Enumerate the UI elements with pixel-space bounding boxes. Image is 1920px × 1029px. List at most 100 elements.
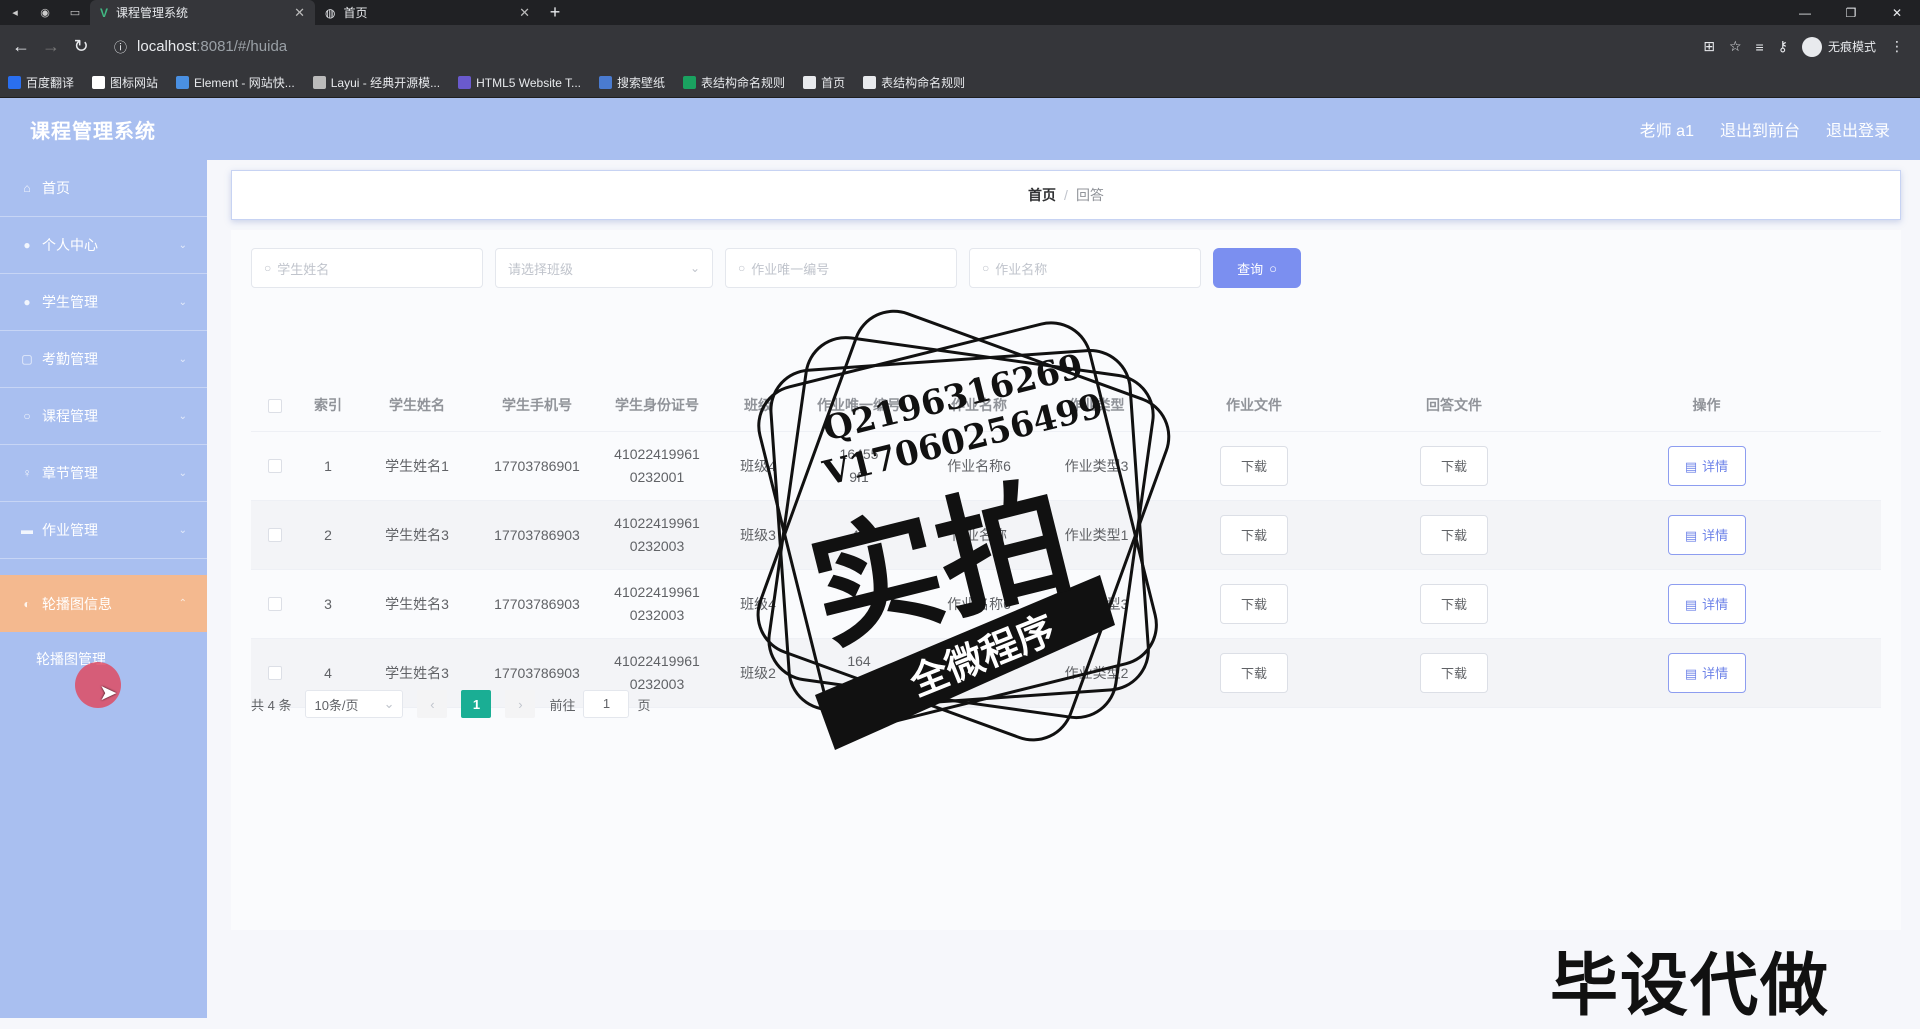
download-homework-button[interactable]: 下载 (1220, 446, 1288, 486)
search-icon: ○ (1269, 260, 1277, 276)
sidebar-item-carousel-info[interactable]: ◐ 轮播图信息 ⌃ (0, 575, 207, 632)
image-icon: ◐ (23, 596, 31, 611)
cell-actions: ▤ 详情 (1554, 584, 1859, 624)
download-homework-button[interactable]: 下载 (1220, 515, 1288, 555)
window-icon[interactable]: ▭ (60, 0, 90, 25)
detail-button[interactable]: ▤ 详情 (1667, 515, 1746, 555)
bookmark-item[interactable]: Layui - 经典开源模... (312, 74, 440, 91)
info-icon[interactable]: ⓘ (114, 37, 127, 56)
restore-icon[interactable]: ❐ (1828, 0, 1874, 25)
bookmark-item[interactable]: 百度翻译 (8, 74, 74, 91)
mute-icon[interactable]: ◂ (0, 0, 30, 25)
key-icon[interactable]: ⚷ (1778, 38, 1788, 55)
sidebar-item-label: 考勤管理 (42, 351, 98, 367)
close-window-icon[interactable]: ✕ (1874, 0, 1920, 25)
exit-to-frontend-link[interactable]: 退出到前台 (1720, 117, 1800, 141)
star-icon[interactable]: ☆ (1729, 38, 1742, 55)
bookmark-item[interactable]: 图标网站 (92, 74, 158, 91)
row-checkbox[interactable] (251, 597, 299, 611)
sidebar-item-student-mgmt[interactable]: ● 学生管理 ⌄ (0, 274, 207, 331)
breadcrumb-current: 回答 (1075, 187, 1104, 203)
page-jump-input[interactable]: 1 (583, 690, 630, 718)
book-icon: ○ (23, 409, 31, 423)
download-answer-button[interactable]: 下载 (1420, 446, 1488, 486)
document-icon: ▤ (1684, 596, 1698, 612)
prev-page-button[interactable]: ‹ (417, 690, 448, 718)
url-field[interactable]: ⓘ localhost:8081/#/huida (104, 32, 1695, 62)
menu-icon[interactable]: ⋮ (1890, 38, 1904, 55)
homework-name-input[interactable]: ○ 作业名称 (969, 248, 1201, 288)
bookmark-icon (312, 76, 326, 89)
bookmark-icon (803, 76, 817, 89)
sidebar-item-personal-center[interactable]: ● 个人中心 ⌄ (0, 217, 207, 274)
incognito-icon (1801, 36, 1822, 57)
download-answer-button[interactable]: 下载 (1420, 515, 1488, 555)
sidebar-item-homework-mgmt[interactable]: ▬ 作业管理 ⌄ (0, 502, 207, 559)
chevron-down-icon: ⌄ (178, 353, 187, 365)
cell-student-phone: 17703786903 (494, 526, 580, 543)
cell-student-id: 41022419961 0232003 (597, 581, 717, 627)
sidebar-item-chapter-mgmt[interactable]: ♀ 章节管理 ⌄ (0, 445, 207, 502)
reading-list-icon[interactable]: ≡ (1756, 39, 1764, 55)
download-homework-button[interactable]: 下载 (1220, 584, 1288, 624)
page-size-value: 10条/页 (314, 697, 359, 713)
detail-button[interactable]: ▤ 详情 (1667, 446, 1746, 486)
homework-number-input[interactable]: ○ 作业唯一编号 (725, 248, 957, 288)
cell-student-id-line1: 41022419961 (614, 515, 700, 531)
address-bar: ← → ↻ ⓘ localhost:8081/#/huida ⊞ ☆ ≡ ⚷ 无… (0, 25, 1920, 68)
class-select[interactable]: 请选择班级 ⌄ (495, 248, 713, 288)
incognito-indicator[interactable]: 无痕模式 (1801, 36, 1876, 57)
download-answer-button[interactable]: 下载 (1420, 653, 1488, 693)
url-host: localhost (137, 38, 197, 55)
current-user-link[interactable]: 老师 a1 (1640, 117, 1694, 141)
student-name-input[interactable]: ○ 学生姓名 (251, 248, 483, 288)
cell-answer-file: 下载 (1354, 515, 1554, 555)
logout-link[interactable]: 退出登录 (1826, 117, 1890, 141)
class-select-placeholder: 请选择班级 (508, 261, 574, 277)
bookmark-item[interactable]: HTML5 Website T... (458, 76, 581, 90)
bookmark-item[interactable]: 首页 (803, 74, 845, 91)
page-size-select[interactable]: 10条/页 ⌄ (305, 690, 404, 718)
bookmark-item[interactable]: 搜索壁纸 (599, 74, 665, 91)
url-path: :8081/#/huida (196, 38, 288, 55)
calendar-icon: ▢ (21, 352, 33, 366)
sidebar-item-course-mgmt[interactable]: ○ 课程管理 ⌄ (0, 388, 207, 445)
query-button[interactable]: 查询 ○ (1213, 248, 1301, 288)
page-number-current[interactable]: 1 (461, 690, 492, 718)
row-checkbox[interactable] (251, 666, 299, 680)
close-icon[interactable]: ✕ (519, 5, 530, 21)
row-checkbox[interactable] (251, 528, 299, 542)
student-name-placeholder: 学生姓名 (277, 261, 330, 277)
header-student-id: 学生身份证号 (615, 397, 699, 413)
breadcrumb-separator: / (1064, 187, 1068, 203)
new-tab-button[interactable]: + (540, 0, 570, 25)
download-answer-button[interactable]: 下载 (1420, 584, 1488, 624)
select-all-checkbox[interactable] (251, 398, 299, 413)
tab-course-system[interactable]: V 课程管理系统 ✕ (90, 0, 315, 25)
bookmark-item[interactable]: Element - 网站快... (176, 74, 295, 91)
sidebar-item-attendance-mgmt[interactable]: ▢ 考勤管理 ⌄ (0, 331, 207, 388)
bulb-icon: ♀ (22, 466, 32, 480)
bookmark-item[interactable]: 表结构命名规则 (863, 74, 965, 91)
next-page-button[interactable]: › (505, 690, 536, 718)
cell-student-name: 学生姓名3 (385, 595, 449, 612)
row-checkbox[interactable] (251, 459, 299, 473)
cell-student-id-line2: 0232003 (629, 538, 685, 554)
cell-index: 2 (324, 526, 332, 543)
back-icon[interactable]: ← (6, 32, 36, 62)
bookmark-icon (458, 76, 472, 89)
bookmark-item[interactable]: 表结构命名规则 (683, 74, 785, 91)
download-homework-button[interactable]: 下载 (1220, 653, 1288, 693)
detail-button[interactable]: ▤ 详情 (1667, 653, 1746, 693)
minimize-icon[interactable]: — (1782, 0, 1828, 25)
chevron-down-icon: ⌄ (178, 467, 187, 479)
detail-button[interactable]: ▤ 详情 (1667, 584, 1746, 624)
breadcrumb-home[interactable]: 首页 (1028, 185, 1056, 205)
close-icon[interactable]: ✕ (294, 5, 305, 21)
chrome-icon[interactable]: ◉ (30, 0, 60, 25)
forward-icon[interactable]: → (36, 32, 66, 62)
tab-home[interactable]: ◍ 首页 ✕ (315, 0, 540, 25)
sidebar-item-home[interactable]: ⌂ 首页 (0, 160, 207, 217)
translate-icon[interactable]: ⊞ (1703, 38, 1715, 55)
reload-icon[interactable]: ↻ (66, 32, 96, 62)
